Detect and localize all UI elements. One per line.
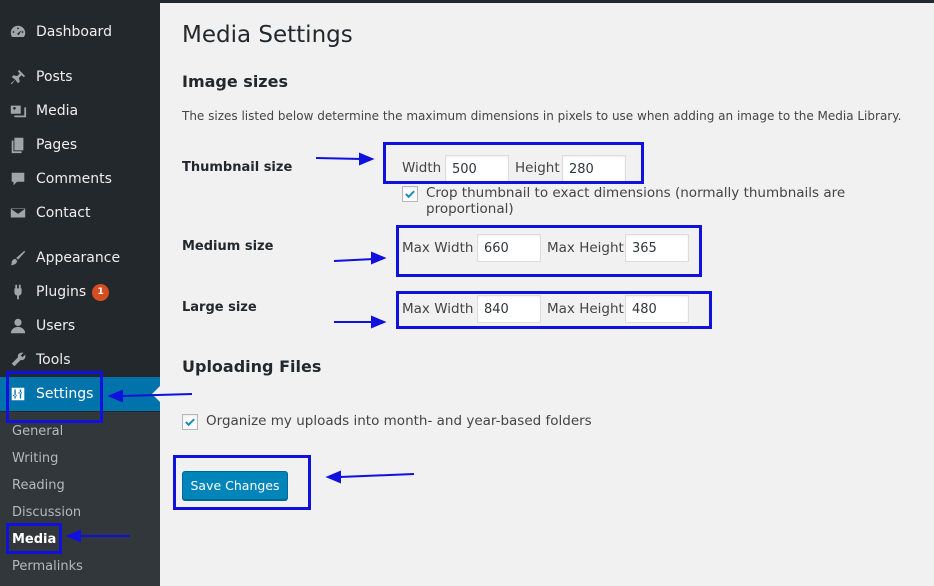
plugin-icon [9,283,27,301]
sidebar-item-label: Comments [36,171,112,187]
sidebar-item-pages[interactable]: Pages [0,128,160,162]
sidebar-item-comments[interactable]: Comments [0,162,160,196]
media-icon [9,102,27,120]
sidebar-item-label: Posts [36,69,73,85]
sidebar-item-label: Tools [36,352,71,368]
sidebar-item-users[interactable]: Users [0,309,160,343]
sidebar-item-posts[interactable]: Posts [0,60,160,94]
sidebar-item-label: Contact [36,205,91,221]
thumbnail-size-label: Thumbnail size [182,160,293,175]
organize-uploads-label: Organize my uploads into month- and year… [206,413,592,429]
settings-submenu: General Writing Reading Discussion Media… [0,412,160,586]
highlight-box-save [173,455,311,510]
arrow-icon [315,152,375,166]
sidebar-item-label: Pages [36,137,78,153]
submenu-item-general[interactable]: General [12,424,63,439]
image-sizes-description: The sizes listed below determine the max… [182,109,902,123]
arrow-icon [333,251,387,265]
pin-icon [9,68,27,86]
comment-icon [9,170,27,188]
sidebar-item-label: Appearance [36,250,121,266]
submenu-item-discussion[interactable]: Discussion [12,505,81,520]
uploading-files-heading: Uploading Files [182,357,322,376]
brush-icon [9,249,27,267]
sidebar-item-dashboard[interactable]: Dashboard [0,15,160,49]
arrow-icon [325,470,415,484]
organize-uploads-checkbox[interactable] [182,414,198,430]
highlight-box-media-submenu [6,523,62,554]
sidebar-item-media[interactable]: Media [0,94,160,128]
highlight-box-large [396,291,712,329]
highlight-box-medium [396,225,702,277]
crop-thumbnail-label: Crop thumbnail to exact dimensions (norm… [426,185,846,217]
highlight-box-settings [6,371,103,423]
checkmark-icon [405,190,415,199]
wrench-icon [9,351,27,369]
dashboard-icon [9,23,27,41]
crop-thumbnail-checkbox[interactable] [402,186,418,202]
large-size-label: Large size [182,300,257,315]
image-sizes-heading: Image sizes [182,72,288,91]
submenu-item-writing[interactable]: Writing [12,451,58,466]
medium-size-label: Medium size [182,239,274,254]
page-title: Media Settings [182,22,353,48]
admin-sidebar: Dashboard Posts Media Pages Comments Con… [0,0,160,586]
sidebar-item-label: Plugins [36,284,87,300]
update-count-badge: 1 [92,283,110,301]
pages-icon [9,136,27,154]
sidebar-item-label: Media [36,103,79,119]
mail-icon [9,204,27,222]
checkmark-icon [185,418,195,427]
arrow-icon [334,315,387,329]
sidebar-item-appearance[interactable]: Appearance [0,241,160,275]
highlight-box-thumbnail [383,142,644,184]
active-indicator [152,386,160,402]
submenu-item-reading[interactable]: Reading [12,478,65,493]
sidebar-item-label: Users [36,318,76,334]
sidebar-item-contact[interactable]: Contact [0,196,160,230]
user-icon [9,317,27,335]
sidebar-item-label: Dashboard [36,24,112,40]
admin-top-bar [160,0,934,3]
submenu-item-permalinks[interactable]: Permalinks [12,559,83,574]
sidebar-item-plugins[interactable]: Plugins 1 [0,275,160,309]
